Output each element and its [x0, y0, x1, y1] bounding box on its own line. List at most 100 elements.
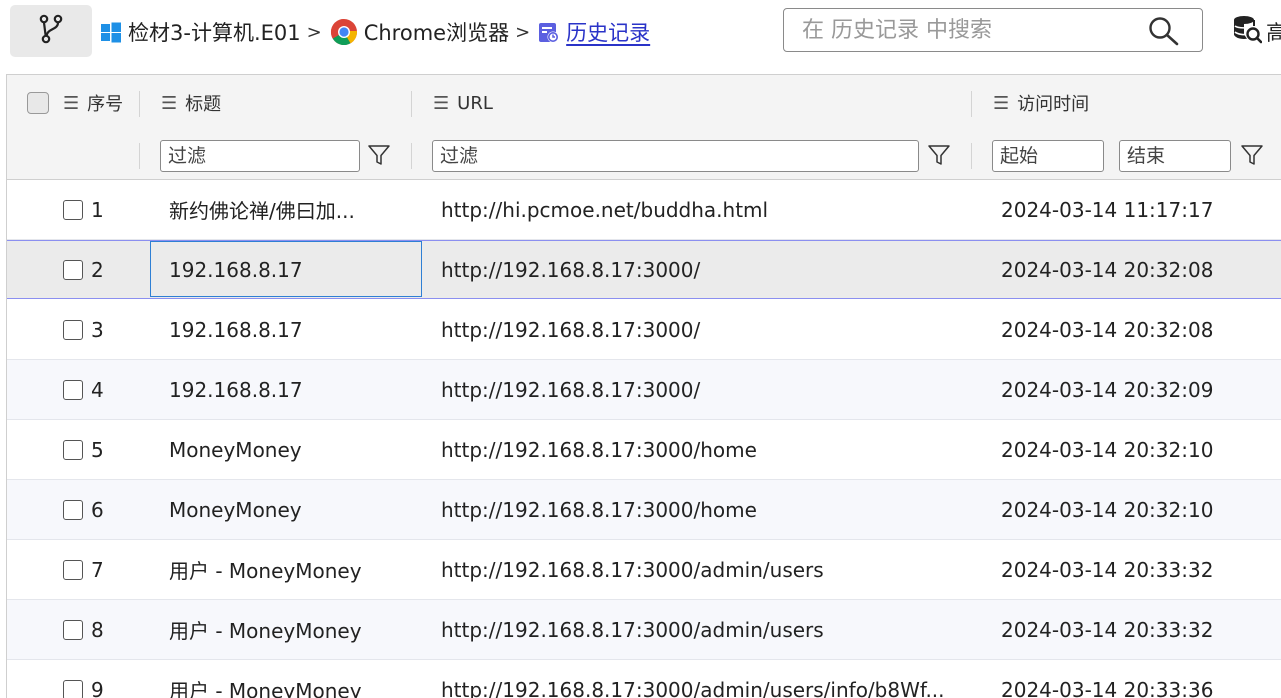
column-header-visit-time[interactable]: ☰ 访问时间	[993, 75, 1089, 131]
advanced-search-button[interactable]: 高	[1232, 14, 1281, 49]
row-index-cell: 5	[63, 420, 104, 479]
row-url: http://192.168.8.17:3000/	[441, 257, 701, 282]
row-checkbox[interactable]	[63, 559, 83, 580]
row-visit-time: 2024-03-14 20:33:32	[1001, 557, 1214, 582]
column-menu-icon[interactable]: ☰	[433, 93, 449, 114]
column-divider	[139, 143, 140, 169]
row-checkbox[interactable]	[63, 259, 83, 280]
row-index: 4	[91, 377, 104, 402]
column-menu-icon[interactable]: ☰	[993, 93, 1009, 114]
row-index-cell: 6	[63, 480, 104, 539]
row-checkbox[interactable]	[63, 679, 83, 698]
breadcrumb-label: 检材3-计算机.E01	[128, 21, 301, 45]
row-index: 5	[91, 437, 104, 462]
row-title: 192.168.8.17	[169, 317, 303, 342]
breadcrumb-label: 历史记录	[566, 21, 651, 45]
row-index: 7	[91, 557, 104, 582]
chrome-icon	[330, 18, 358, 46]
title-filter-input[interactable]	[160, 140, 360, 172]
row-index: 8	[91, 617, 104, 642]
windows-icon	[100, 21, 122, 43]
row-visit-time: 2024-03-14 20:32:10	[1001, 437, 1214, 462]
column-header-title[interactable]: ☰ 标题	[161, 75, 221, 131]
search-icon[interactable]	[1148, 16, 1180, 50]
column-header-index[interactable]: ☰ 序号	[63, 75, 123, 131]
column-menu-icon[interactable]: ☰	[63, 93, 79, 114]
row-index: 2	[91, 257, 104, 282]
row-title: 新约佛论禅/佛曰加...	[169, 199, 355, 223]
filter-icon[interactable]	[367, 143, 391, 171]
column-label: 标题	[185, 94, 222, 115]
column-label: 访问时间	[1017, 94, 1090, 115]
row-checkbox[interactable]	[63, 379, 83, 400]
row-checkbox[interactable]	[63, 439, 83, 460]
row-visit-time: 2024-03-14 20:33:36	[1001, 677, 1214, 698]
table-row-selected[interactable]: 2 192.168.8.17 http://192.168.8.17:3000/…	[7, 240, 1281, 299]
row-index-cell: 9	[63, 660, 104, 698]
row-visit-time: 2024-03-14 20:32:09	[1001, 377, 1214, 402]
column-divider[interactable]	[971, 91, 972, 117]
row-index: 9	[91, 677, 104, 698]
row-index: 3	[91, 317, 104, 342]
row-url: http://192.168.8.17:3000/admin/users	[441, 617, 824, 642]
breadcrumb-label: Chrome浏览器	[363, 21, 510, 45]
column-label: 序号	[87, 94, 124, 115]
breadcrumb-separator: >	[515, 21, 531, 43]
column-divider[interactable]	[139, 91, 140, 117]
url-filter-input[interactable]	[432, 140, 919, 172]
table-row[interactable]: 8 用户 - MoneyMoney http://192.168.8.17:30…	[7, 600, 1281, 660]
branch-icon	[38, 14, 64, 48]
column-menu-icon[interactable]: ☰	[161, 93, 177, 114]
row-visit-time: 2024-03-14 20:32:10	[1001, 497, 1214, 522]
table-row[interactable]: 6 MoneyMoney http://192.168.8.17:3000/ho…	[7, 480, 1281, 540]
row-index-cell: 1	[63, 180, 104, 239]
row-index-cell: 3	[63, 300, 104, 359]
table-row[interactable]: 1 新约佛论禅/佛曰加... http://hi.pcmoe.net/buddh…	[7, 180, 1281, 240]
filter-icon[interactable]	[927, 143, 951, 171]
time-start-filter-input[interactable]	[992, 140, 1104, 172]
table-row[interactable]: 3 192.168.8.17 http://192.168.8.17:3000/…	[7, 300, 1281, 360]
row-title: MoneyMoney	[169, 497, 302, 522]
row-index: 6	[91, 497, 104, 522]
table-row[interactable]: 4 192.168.8.17 http://192.168.8.17:3000/…	[7, 360, 1281, 420]
table-row[interactable]: 9 用户 - MoneyMoney http://192.168.8.17:30…	[7, 660, 1281, 698]
row-title: 192.168.8.17	[169, 377, 303, 402]
table-row[interactable]: 5 MoneyMoney http://192.168.8.17:3000/ho…	[7, 420, 1281, 480]
table-row[interactable]: 7 用户 - MoneyMoney http://192.168.8.17:30…	[7, 540, 1281, 600]
row-index-cell: 7	[63, 540, 104, 599]
column-divider[interactable]	[411, 91, 412, 117]
row-title: 用户 - MoneyMoney	[169, 619, 362, 643]
branch-button[interactable]	[10, 5, 92, 57]
column-divider	[411, 143, 412, 169]
advanced-search-label: 高	[1266, 20, 1281, 45]
history-icon	[538, 21, 560, 43]
filter-icon[interactable]	[1240, 143, 1264, 171]
breadcrumb-separator: >	[306, 21, 322, 43]
row-url: http://192.168.8.17:3000/	[441, 317, 701, 342]
select-all-cell	[27, 75, 49, 131]
row-url: http://192.168.8.17:3000/admin/users	[441, 557, 824, 582]
time-end-filter-input[interactable]	[1119, 140, 1231, 172]
row-visit-time: 2024-03-14 11:17:17	[1001, 197, 1214, 222]
search-input[interactable]	[784, 16, 1144, 44]
row-index-cell: 4	[63, 360, 104, 419]
breadcrumb-item-evidence[interactable]: 检材3-计算机.E01	[100, 17, 301, 47]
row-checkbox[interactable]	[63, 319, 83, 340]
row-url: http://192.168.8.17:3000/	[441, 377, 701, 402]
row-url: http://192.168.8.17:3000/home	[441, 437, 757, 462]
row-index-cell: 2	[63, 241, 104, 298]
row-title: 用户 - MoneyMoney	[169, 559, 362, 583]
history-table: ☰ 序号 ☰ 标题 ☰ URL ☰ 访问时间 过滤 过滤 起始 结束 1 新约佛…	[6, 74, 1281, 698]
row-title: MoneyMoney	[169, 437, 302, 462]
column-header-url[interactable]: ☰ URL	[433, 75, 493, 131]
row-checkbox[interactable]	[63, 199, 83, 220]
breadcrumb-item-chrome[interactable]: Chrome浏览器	[330, 17, 509, 47]
column-label: URL	[457, 92, 493, 114]
select-all-checkbox[interactable]	[27, 92, 49, 114]
row-url: http://192.168.8.17:3000/admin/users/inf…	[441, 677, 945, 698]
row-checkbox[interactable]	[63, 619, 83, 640]
row-checkbox[interactable]	[63, 499, 83, 520]
breadcrumb-item-history[interactable]: 历史记录	[538, 17, 650, 47]
database-search-icon	[1232, 14, 1263, 49]
row-url: http://192.168.8.17:3000/home	[441, 497, 757, 522]
